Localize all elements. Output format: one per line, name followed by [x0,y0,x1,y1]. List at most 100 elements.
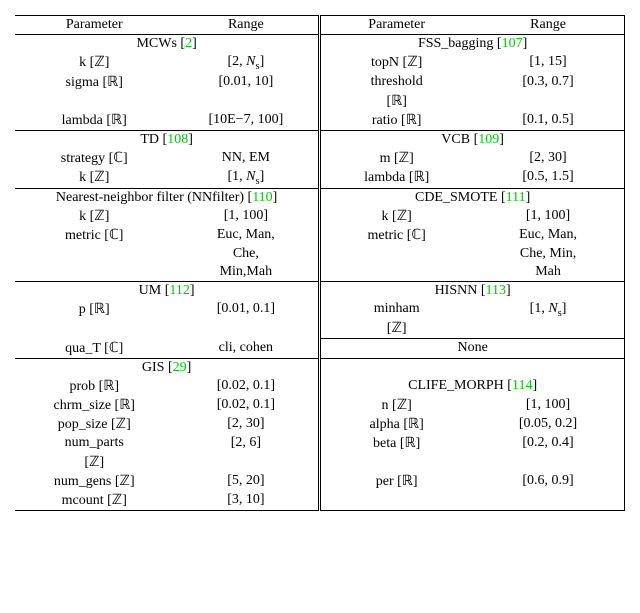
range-cell: [0.05, 0.2] [472,415,624,434]
range-cell: [5, 20] [173,472,319,491]
table-row: lambda [ℝ] [10E−7, 100] ratio [ℝ] [0.1, … [15,111,625,131]
ref-link[interactable]: 113 [486,283,506,298]
table-row: mcount [ℤ] [3, 10] [15,491,625,511]
col-parameter-right: Parameter [320,16,472,35]
range-cell: [1, 15] [472,53,624,73]
table-row: p [ℝ] [0.01, 0.1] minham [1, Ns] [15,300,625,320]
section-title-left: Nearest-neighbor filter (NNfilter) [110] [15,188,320,207]
range-cell: Mah [472,263,624,282]
range-cell: [0.5, 1.5] [472,168,624,188]
param-cell: [ℝ] [320,92,472,111]
range-cell: Euc, Man, [173,226,319,245]
section-heading-row: TD [108] VCB [109] [15,130,625,149]
ref-link[interactable]: 110 [252,190,272,205]
param-cell: metric [ℂ] [15,226,173,245]
range-cell: Che, Min, [472,245,624,263]
range-cell: [2, 6] [173,434,319,453]
table-row: prob [ℝ] [0.02, 0.1] CLIFE_MORPH [114] [15,377,625,396]
ref-link[interactable]: 2 [185,36,192,51]
ref-link[interactable]: 114 [512,378,532,393]
range-cell: [1, Ns] [173,168,319,188]
section-heading-row: UM [112] HISNN [113] [15,281,625,300]
param-cell: lambda [ℝ] [15,111,173,131]
param-cell: num_gens [ℤ] [15,472,173,491]
range-cell: [0.3, 0.7] [472,73,624,92]
col-range-left: Range [173,16,319,35]
param-cell: per [ℝ] [320,472,472,491]
param-cell: n [ℤ] [320,396,472,415]
param-cell: minham [320,300,472,320]
param-cell: [ℤ] [320,319,472,339]
section-heading-row: GIS [29] [15,358,625,377]
param-cell: prob [ℝ] [15,377,173,396]
range-cell: [2, 30] [472,149,624,168]
param-cell: sigma [ℝ] [15,73,173,92]
param-cell: threshold [320,73,472,92]
table-row: chrm_size [ℝ] [0.02, 0.1] n [ℤ] [1, 100] [15,396,625,415]
range-cell: [10E−7, 100] [173,111,319,131]
table-row: qua_T [ℂ] cli, cohen None [15,339,625,359]
range-cell: Euc, Man, [472,226,624,245]
range-cell: [3, 10] [173,491,319,511]
range-cell: [0.01, 10] [173,73,319,92]
table-row: pop_size [ℤ] [2, 30] alpha [ℝ] [0.05, 0.… [15,415,625,434]
ref-link[interactable]: 108 [167,132,188,147]
param-cell: qua_T [ℂ] [15,339,173,359]
param-cell: k [ℤ] [15,53,173,73]
table-row: metric [ℂ] Euc, Man, metric [ℂ] Euc, Man… [15,226,625,245]
table-row: [ℤ] [15,319,625,339]
table-row: num_gens [ℤ] [5, 20] per [ℝ] [0.6, 0.9] [15,472,625,491]
param-cell: mcount [ℤ] [15,491,173,511]
param-cell: m [ℤ] [320,149,472,168]
range-cell: [0.2, 0.4] [472,434,624,453]
param-cell: pop_size [ℤ] [15,415,173,434]
param-cell: chrm_size [ℝ] [15,396,173,415]
param-cell: k [ℤ] [15,207,173,226]
section-title-right: FSS_bagging [107] [320,35,625,54]
range-cell: [1, 100] [472,396,624,415]
section-title-right: CLIFE_MORPH [114] [320,377,625,396]
range-cell: cli, cohen [173,339,319,359]
col-parameter-left: Parameter [15,16,173,35]
col-range-right: Range [472,16,624,35]
ref-link[interactable]: 29 [173,360,187,375]
range-cell: Min,Mah [173,263,319,282]
range-cell: [1, 100] [173,207,319,226]
range-cell: [1, Ns] [472,300,624,320]
param-cell: p [ℝ] [15,300,173,320]
ref-link[interactable]: 111 [506,190,526,205]
ref-link[interactable]: 109 [478,132,499,147]
section-title-right: HISNN [113] [320,281,625,300]
param-cell: strategy [ℂ] [15,149,173,168]
table-row: k [ℤ] [1, 100] k [ℤ] [1, 100] [15,207,625,226]
ref-link[interactable]: 112 [169,283,189,298]
table-row: k [ℤ] [1, Ns] lambda [ℝ] [0.5, 1.5] [15,168,625,188]
param-cell: k [ℤ] [320,207,472,226]
range-cell: [1, 100] [472,207,624,226]
table-row: k [ℤ] [2, Ns] topN [ℤ] [1, 15] [15,53,625,73]
param-cell: alpha [ℝ] [320,415,472,434]
section-heading-row: Nearest-neighbor filter (NNfilter) [110]… [15,188,625,207]
ref-link[interactable]: 107 [502,36,523,51]
section-title-right: CDE_SMOTE [111] [320,188,625,207]
range-cell: [0.02, 0.1] [173,377,319,396]
range-cell: Che, [173,245,319,263]
section-title-right: None [320,339,625,359]
param-cell: num_parts [15,434,173,453]
param-cell: lambda [ℝ] [320,168,472,188]
range-cell: NN, EM [173,149,319,168]
table-row: num_parts [2, 6] beta [ℝ] [0.2, 0.4] [15,434,625,453]
range-cell: [0.6, 0.9] [472,472,624,491]
table-row: [ℝ] [15,92,625,111]
parameter-range-table: Parameter Range Parameter Range MCWs [2]… [15,15,625,511]
table-row: strategy [ℂ] NN, EM m [ℤ] [2, 30] [15,149,625,168]
table-row: sigma [ℝ] [0.01, 10] threshold [0.3, 0.7… [15,73,625,92]
range-cell: [2, 30] [173,415,319,434]
table-row: [ℤ] [15,453,625,472]
table-header-row: Parameter Range Parameter Range [15,16,625,35]
range-cell: [0.01, 0.1] [173,300,319,320]
section-title-left: GIS [29] [15,358,320,377]
section-title-left: TD [108] [15,130,320,149]
table-row: Che, Che, Min, [15,245,625,263]
param-cell: k [ℤ] [15,168,173,188]
